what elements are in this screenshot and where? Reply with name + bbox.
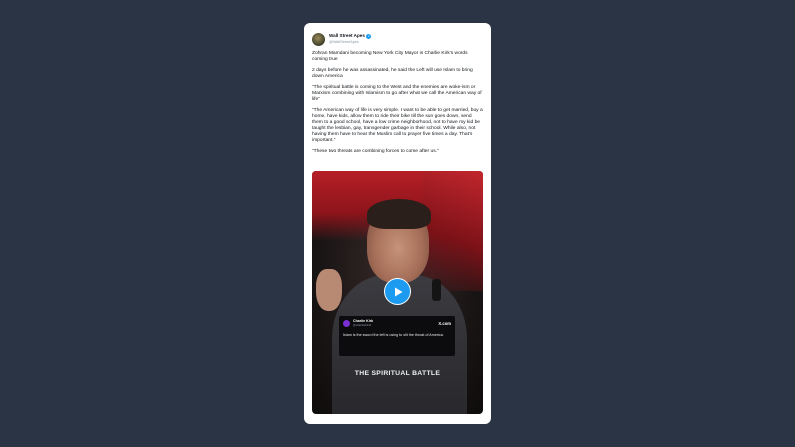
tweet-header: Wall Street Apes ✓ @WallStreetApes [312, 31, 483, 47]
tweet-card: Wall Street Apes ✓ @WallStreetApes Zohra… [304, 23, 491, 424]
play-icon [394, 287, 402, 296]
video-caption: THE SPIRITUAL BATTLE [354, 370, 441, 377]
video-player[interactable]: Charlie Kirk @charliekirk11 X.com Islam … [312, 171, 483, 414]
speaker-hair [367, 199, 431, 229]
video-background-accent [423, 171, 483, 291]
tweet-paragraph-5: “These two threats are combining forces … [312, 149, 439, 154]
play-button[interactable] [384, 278, 411, 305]
embedded-tweet-card: Charlie Kirk @charliekirk11 X.com Islam … [339, 316, 455, 356]
embedded-author: Charlie Kirk @charliekirk11 [343, 319, 373, 327]
microphone [432, 279, 441, 301]
tweet-paragraph-2: 2 days before he was assassinated, he sa… [312, 68, 473, 79]
embedded-names: Charlie Kirk @charliekirk11 [353, 319, 373, 327]
handle[interactable]: @WallStreetApes [329, 39, 371, 45]
tweet-paragraph-1: Zohran Mamdani becoming New York City Ma… [312, 51, 468, 62]
embedded-avatar [343, 319, 350, 327]
x-logo-icon: X.com [438, 320, 451, 326]
tweet-body: Zohran Mamdani becoming New York City Ma… [312, 51, 483, 155]
author-names: Wall Street Apes ✓ @WallStreetApes [329, 33, 372, 45]
tweet-paragraph-4: “The American way of life is very simple… [312, 108, 483, 143]
embedded-tweet-text: Islam is the sword the left is using to … [343, 333, 444, 337]
embedded-tweet-header: Charlie Kirk @charliekirk11 X.com [343, 319, 451, 327]
avatar[interactable] [312, 32, 325, 46]
speaker-hand [316, 269, 342, 311]
tweet-paragraph-3: “The spiritual battle is coming to the W… [312, 85, 482, 102]
embedded-handle: @charliekirk11 [353, 323, 372, 327]
verified-badge-icon: ✓ [366, 33, 372, 39]
